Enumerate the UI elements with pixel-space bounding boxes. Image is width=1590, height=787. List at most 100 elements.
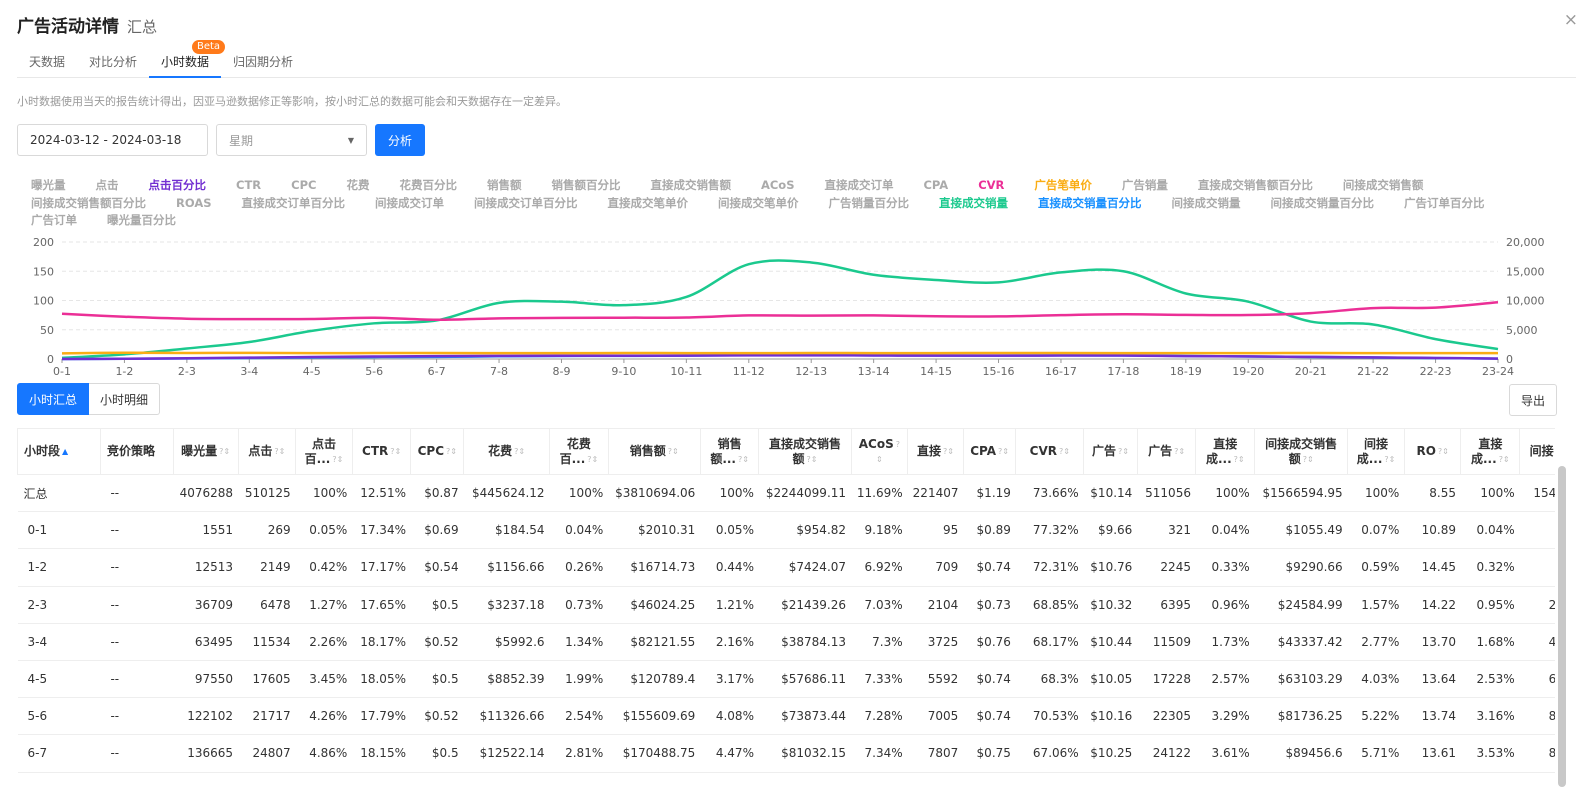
column-header[interactable]: CVR ?⇕ <box>1015 428 1085 475</box>
tab-attribution[interactable]: 归因期分析 <box>221 44 305 78</box>
legend-item[interactable]: 直接成交销量 <box>939 195 1008 213</box>
legend-item[interactable]: ROAS <box>176 195 212 213</box>
hourly-detail-button[interactable]: 小时明细 <box>89 383 161 415</box>
table-cell: 7.3% <box>851 623 908 661</box>
legend-item[interactable]: 间接成交销售额百分比 <box>31 195 146 213</box>
sort-ascending-icon[interactable]: ▲ <box>62 447 68 456</box>
legend-item[interactable]: CTR <box>236 177 261 195</box>
table-cell: 2.77% <box>1347 623 1405 661</box>
help-sort-icon[interactable]: ?⇕ <box>668 447 679 456</box>
legend-item[interactable]: 直接成交笔单价 <box>608 195 689 213</box>
legend-item[interactable]: 广告销量 <box>1122 177 1168 195</box>
help-sort-icon[interactable]: ?⇕ <box>1438 447 1449 456</box>
column-header[interactable]: 小时段 ▲ <box>17 428 101 475</box>
column-header[interactable]: ACoS ?⇕ <box>850 428 909 475</box>
table-cell: 0.44% <box>700 548 759 587</box>
legend-item[interactable]: CVR <box>978 177 1004 195</box>
column-header[interactable]: 竞价策略 <box>99 428 174 475</box>
y-left-tick-label: 100 <box>33 295 54 308</box>
analyze-button[interactable]: 分析 <box>375 124 426 156</box>
table-cell: 17.17% <box>352 548 411 587</box>
column-header[interactable]: 广告 ?⇕ <box>1136 428 1197 475</box>
column-header[interactable]: 点击 ?⇕ <box>237 428 297 475</box>
column-header[interactable]: CPA ?⇕ <box>962 428 1017 475</box>
legend-item[interactable]: 花费百分比 <box>399 177 457 195</box>
help-sort-icon[interactable]: ?⇕ <box>807 455 818 464</box>
help-sort-icon[interactable]: ?⇕ <box>1174 447 1185 456</box>
help-sort-icon[interactable]: ?⇕ <box>1499 455 1510 464</box>
legend-item[interactable]: 直接成交订单百分比 <box>242 195 346 213</box>
help-sort-icon[interactable]: ?⇕ <box>1234 455 1245 464</box>
help-sort-icon[interactable]: ?⇕ <box>514 447 525 456</box>
column-header[interactable]: CPC ?⇕ <box>410 428 465 475</box>
help-sort-icon[interactable]: ?⇕ <box>943 447 954 456</box>
legend-item[interactable]: 广告订单百分比 <box>1404 195 1485 213</box>
legend-item[interactable]: CPA <box>923 177 948 195</box>
table-cell: 1.99% <box>549 660 609 699</box>
column-header[interactable]: 直接成交销售额 ?⇕ <box>758 428 852 475</box>
date-range-picker[interactable]: 2024-03-12 - 2024-03-18 <box>17 124 208 156</box>
column-header[interactable]: 直接成... ?⇕ <box>1195 428 1256 475</box>
legend-item[interactable]: ACoS <box>761 177 795 195</box>
help-sort-icon[interactable]: ?⇕ <box>587 455 598 464</box>
column-header[interactable]: 花费 ?⇕ <box>463 428 551 475</box>
column-header[interactable]: 间接成... ?⇕ <box>1347 428 1405 475</box>
help-sort-icon[interactable]: ?⇕ <box>1059 447 1070 456</box>
column-header-label: RO <box>1416 444 1436 458</box>
table-scrollbar[interactable] <box>1558 466 1566 787</box>
legend-item[interactable]: 间接成交订单百分比 <box>474 195 578 213</box>
legend-item[interactable]: 点击百分比 <box>149 177 207 195</box>
help-sort-icon[interactable]: ?⇕ <box>446 447 457 456</box>
export-button[interactable]: 导出 <box>1508 384 1557 416</box>
legend-item[interactable]: 直接成交销售额 <box>650 177 731 195</box>
column-header[interactable]: RO ?⇕ <box>1403 428 1462 475</box>
column-header[interactable]: 直接 ?⇕ <box>907 428 964 475</box>
table-cell: $1.19 <box>963 474 1016 513</box>
legend-item[interactable]: 间接成交销量 <box>1172 195 1241 213</box>
legend-item[interactable]: CPC <box>291 177 316 195</box>
legend-item[interactable]: 直接成交销量百分比 <box>1038 195 1142 213</box>
legend-item[interactable]: 间接成交订单 <box>375 195 444 213</box>
column-header[interactable]: 销售额 ?⇕ <box>607 428 701 475</box>
column-header[interactable]: 间接成交销售额 ?⇕ <box>1254 428 1349 475</box>
help-sort-icon[interactable]: ?⇕ <box>1303 455 1314 464</box>
table-cell: $0.69 <box>410 511 464 550</box>
table-cell: 6478 <box>238 586 296 624</box>
legend-item[interactable]: 曝光量 <box>31 177 66 195</box>
legend-item[interactable]: 广告订单 <box>31 212 77 230</box>
help-sort-icon[interactable]: ?⇕ <box>998 447 1009 456</box>
legend-item[interactable]: 销售额百分比 <box>551 177 620 195</box>
legend-item[interactable]: 点击 <box>96 177 119 195</box>
weekday-select[interactable]: 星期 ▼ <box>216 124 367 156</box>
legend-item[interactable]: 间接成交销售额 <box>1343 177 1424 195</box>
help-sort-icon[interactable]: ?⇕ <box>1384 455 1395 464</box>
tab-hourly[interactable]: 小时数据 Beta <box>149 40 226 78</box>
help-sort-icon[interactable]: ?⇕ <box>738 455 749 464</box>
column-header[interactable]: 直接成... ?⇕ <box>1460 428 1521 475</box>
legend-item[interactable]: 广告销量百分比 <box>829 195 910 213</box>
legend-item[interactable]: 间接成交销量百分比 <box>1271 195 1375 213</box>
column-header[interactable]: 曝光量 ?⇕ <box>172 428 239 475</box>
legend-item[interactable]: 直接成交销售额百分比 <box>1198 177 1313 195</box>
tab-compare[interactable]: 对比分析 <box>77 44 149 78</box>
help-sort-icon[interactable]: ?⇕ <box>1118 447 1129 456</box>
close-icon[interactable]: × <box>1564 10 1578 30</box>
help-sort-icon[interactable]: ?⇕ <box>390 447 401 456</box>
help-sort-icon[interactable]: ?⇕ <box>219 447 230 456</box>
column-header[interactable]: 间接?⇕ <box>1519 428 1555 475</box>
column-header[interactable]: 销售额... ?⇕ <box>699 428 760 475</box>
column-header[interactable]: 点击百... ?⇕ <box>295 428 353 475</box>
tab-daily[interactable]: 天数据 <box>17 44 77 78</box>
column-header[interactable]: CTR ?⇕ <box>351 428 412 475</box>
legend-item[interactable]: 广告笔单价 <box>1034 177 1092 195</box>
legend-item[interactable]: 直接成交订单 <box>824 177 893 195</box>
column-header[interactable]: 花费百... ?⇕ <box>549 428 609 475</box>
help-sort-icon[interactable]: ?⇕ <box>274 447 285 456</box>
legend-item[interactable]: 间接成交笔单价 <box>718 195 799 213</box>
legend-item[interactable]: 花费 <box>346 177 369 195</box>
legend-item[interactable]: 销售额 <box>487 177 522 195</box>
help-sort-icon[interactable]: ?⇕ <box>332 455 343 464</box>
hourly-summary-button[interactable]: 小时汇总 <box>17 383 90 415</box>
column-header[interactable]: 广告 ?⇕ <box>1083 428 1138 475</box>
legend-item[interactable]: 曝光量百分比 <box>107 212 176 230</box>
